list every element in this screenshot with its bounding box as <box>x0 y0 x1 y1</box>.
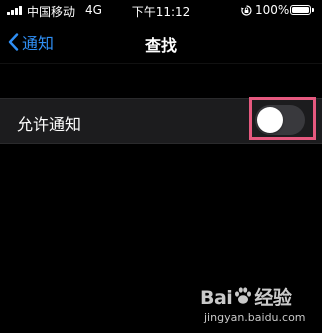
paw-icon <box>235 287 252 304</box>
battery-cap <box>312 8 314 12</box>
baidu-jingyan-watermark: Bai 经验 jingyan.baidu.com <box>196 283 316 329</box>
watermark-brand-prefix: Bai <box>200 287 233 309</box>
phone-screen: 中国移动 4G 下午11:12 100% 通知 查找 允许通知 Bai 经验 j… <box>0 0 322 333</box>
allow-notifications-label: 允许通知 <box>17 115 82 134</box>
battery-fill <box>292 7 309 13</box>
page-title: 查找 <box>144 36 177 55</box>
highlight-annotation <box>249 97 316 140</box>
rotation-lock-icon <box>241 5 252 16</box>
watermark-brand-suffix: 经验 <box>254 287 292 309</box>
battery-icon <box>290 5 311 15</box>
status-bar: 中国移动 4G 下午11:12 100% <box>0 0 322 22</box>
navigation-bar: 通知 查找 <box>0 22 322 64</box>
battery-percent: 100% <box>255 3 290 17</box>
watermark-logo: Bai 经验 <box>200 283 292 310</box>
watermark-url: jingyan.baidu.com <box>204 311 306 324</box>
